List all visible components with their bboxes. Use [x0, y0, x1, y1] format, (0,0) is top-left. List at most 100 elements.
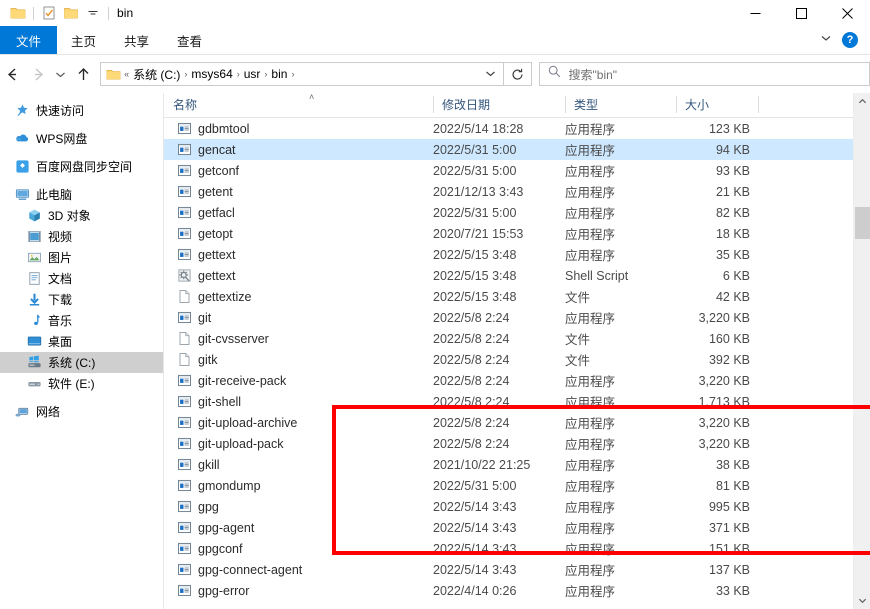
sidebar-item-downloads[interactable]: 下载 — [0, 289, 163, 310]
table-row[interactable]: getopt 2020/7/21 15:53 应用程序 18 KB — [164, 223, 870, 244]
tab-view[interactable]: 查看 — [163, 26, 216, 54]
customize-dropdown-icon[interactable] — [82, 2, 104, 24]
table-row[interactable]: git-upload-archive 2022/5/8 2:24 应用程序 3,220… — [164, 412, 870, 433]
table-row[interactable]: getfacl 2022/5/31 5:00 应用程序 82 KB — [164, 202, 870, 223]
sidebar-item-music[interactable]: 音乐 — [0, 310, 163, 331]
file-size-cell: 137 KB — [708, 562, 750, 577]
sidebar-item-wps-cloud[interactable]: WPS网盘 — [0, 128, 163, 149]
file-name-cell: gettextize — [164, 289, 433, 305]
chevron-down-icon[interactable] — [820, 31, 832, 49]
new-folder-icon[interactable] — [60, 2, 82, 24]
table-row[interactable]: git 2022/5/8 2:24 应用程序 3,220 KB — [164, 307, 870, 328]
desktop-icon — [26, 334, 42, 350]
properties-icon[interactable] — [38, 2, 60, 24]
table-row[interactable]: git-receive-pack 2022/5/8 2:24 应用程序 3,220 K… — [164, 370, 870, 391]
tab-home[interactable]: 主页 — [57, 26, 110, 54]
exe-icon — [176, 415, 192, 431]
column-header-name[interactable]: 名称 ˄ — [164, 93, 433, 117]
sidebar-label: 快速访问 — [36, 104, 85, 118]
file-type-cell: 应用程序 — [565, 585, 616, 599]
table-row[interactable]: gpg-error 2022/4/14 0:26 应用程序 33 KB — [164, 580, 870, 601]
sidebar-item-desktop[interactable]: 桌面 — [0, 331, 163, 352]
address-bar[interactable]: « 系统 (C:) › msys64 › usr › bin › — [100, 62, 505, 86]
sidebar-item-system-drive-c[interactable]: 系统 (C:) — [0, 352, 163, 373]
file-name-cell: git-cvsserver — [164, 331, 433, 347]
file-name-label: getfacl — [198, 205, 235, 220]
table-row[interactable]: gettext 2022/5/15 3:48 Shell Script 6 KB — [164, 265, 870, 286]
breadcrumb-item-msys64[interactable]: msys64 — [188, 67, 235, 81]
table-row[interactable]: getent 2021/12/13 3:43 应用程序 21 KB — [164, 181, 870, 202]
table-row[interactable]: git-upload-pack 2022/5/8 2:24 应用程序 3,220 KB — [164, 433, 870, 454]
up-button[interactable] — [71, 61, 96, 87]
file-name-cell: git-shell — [164, 394, 433, 410]
close-button[interactable] — [824, 0, 870, 26]
file-name-cell: getconf — [164, 163, 433, 179]
table-row[interactable]: gencat 2022/5/31 5:00 应用程序 94 KB — [164, 139, 870, 160]
pictures-icon — [26, 250, 42, 266]
minimize-button[interactable] — [732, 0, 778, 26]
network-icon — [14, 404, 30, 420]
folder-icon[interactable] — [7, 2, 29, 24]
ribbon-tabs: 文件 主页 共享 查看 — [0, 26, 870, 54]
table-row[interactable]: gpg 2022/5/14 3:43 应用程序 995 KB — [164, 496, 870, 517]
file-name-cell: git-upload-archive — [164, 415, 433, 431]
back-button[interactable] — [0, 61, 25, 87]
scroll-down-icon[interactable] — [854, 592, 870, 609]
sidebar-item-baidu-cloud[interactable]: 百度网盘同步空间 — [0, 156, 163, 177]
vertical-scrollbar[interactable] — [853, 93, 870, 609]
address-dropdown-icon[interactable] — [479, 68, 501, 81]
column-header-size[interactable]: 大小 — [676, 93, 758, 117]
table-row[interactable]: gettext 2022/5/15 3:48 应用程序 35 KB — [164, 244, 870, 265]
maximize-button[interactable] — [778, 0, 824, 26]
breadcrumb-sep-3[interactable]: › — [290, 69, 295, 79]
file-size-cell: 371 KB — [708, 520, 750, 535]
sidebar-item-software-drive-e[interactable]: 软件 (E:) — [0, 373, 163, 394]
table-row[interactable]: gmondump 2022/5/31 5:00 应用程序 81 KB — [164, 475, 870, 496]
search-input[interactable]: 搜索"bin" — [569, 66, 618, 83]
file-date-cell: 2022/5/8 2:24 — [433, 310, 510, 325]
table-row[interactable]: gpgconf 2022/5/14 3:43 应用程序 151 KB — [164, 538, 870, 559]
breadcrumb-overflow[interactable]: « — [123, 69, 130, 79]
table-row[interactable]: gdbmtool 2022/5/14 18:28 应用程序 123 KB — [164, 118, 870, 139]
recent-locations-button[interactable] — [51, 61, 71, 87]
sidebar-item-this-pc[interactable]: 此电脑 — [0, 184, 163, 205]
sidebar-item-network[interactable]: 网络 — [0, 401, 163, 422]
table-row[interactable]: gettextize 2022/5/15 3:48 文件 42 KB — [164, 286, 870, 307]
breadcrumb-item-usr[interactable]: usr — [241, 67, 264, 81]
file-date-cell: 2022/5/8 2:24 — [433, 373, 510, 388]
search-box[interactable]: 搜索"bin" — [538, 62, 870, 86]
table-row[interactable]: getconf 2022/5/31 5:00 应用程序 93 KB — [164, 160, 870, 181]
sidebar-item-videos[interactable]: 视频 — [0, 226, 163, 247]
file-size-cell: 995 KB — [708, 499, 750, 514]
column-header-type[interactable]: 类型 — [565, 93, 676, 117]
file-date-cell: 2021/10/22 21:25 — [433, 457, 531, 472]
file-name-cell: gpg-connect-agent — [164, 562, 433, 578]
file-name-label: gdbmtool — [198, 121, 250, 136]
search-icon — [548, 65, 561, 83]
refresh-button[interactable] — [504, 62, 532, 86]
exe-icon — [176, 121, 192, 137]
table-row[interactable]: git-shell 2022/5/8 2:24 应用程序 1,713 KB — [164, 391, 870, 412]
table-row[interactable]: gpg-connect-agent 2022/5/14 3:43 应用程序 137 K… — [164, 559, 870, 580]
tab-share[interactable]: 共享 — [110, 26, 163, 54]
sidebar-item-documents[interactable]: 文档 — [0, 268, 163, 289]
windows-drive-icon — [26, 355, 42, 371]
table-row[interactable]: gpg-agent 2022/5/14 3:43 应用程序 371 KB — [164, 517, 870, 538]
table-row[interactable]: gkill 2021/10/22 21:25 应用程序 38 KB — [164, 454, 870, 475]
table-row[interactable]: git-cvsserver 2022/5/8 2:24 文件 160 KB — [164, 328, 870, 349]
column-header-date[interactable]: 修改日期 — [433, 93, 565, 117]
help-icon[interactable]: ? — [842, 32, 858, 48]
tab-file[interactable]: 文件 — [0, 26, 58, 54]
file-size-cell: 3,220 KB — [698, 373, 750, 388]
file-name-label: gencat — [198, 142, 236, 157]
sidebar-item-3d-objects[interactable]: 3D 对象 — [0, 205, 163, 226]
breadcrumb-item-bin[interactable]: bin — [268, 67, 290, 81]
sidebar-item-pictures[interactable]: 图片 — [0, 247, 163, 268]
breadcrumb-item-drive[interactable]: 系统 (C:) — [130, 66, 183, 83]
scroll-up-icon[interactable] — [854, 93, 870, 110]
sidebar-item-quick-access[interactable]: 快速访问 — [0, 100, 163, 121]
table-row[interactable]: gitk 2022/5/8 2:24 文件 392 KB — [164, 349, 870, 370]
forward-button[interactable] — [25, 61, 50, 87]
file-name-label: gettext — [198, 247, 236, 262]
scrollbar-thumb[interactable] — [855, 207, 870, 239]
